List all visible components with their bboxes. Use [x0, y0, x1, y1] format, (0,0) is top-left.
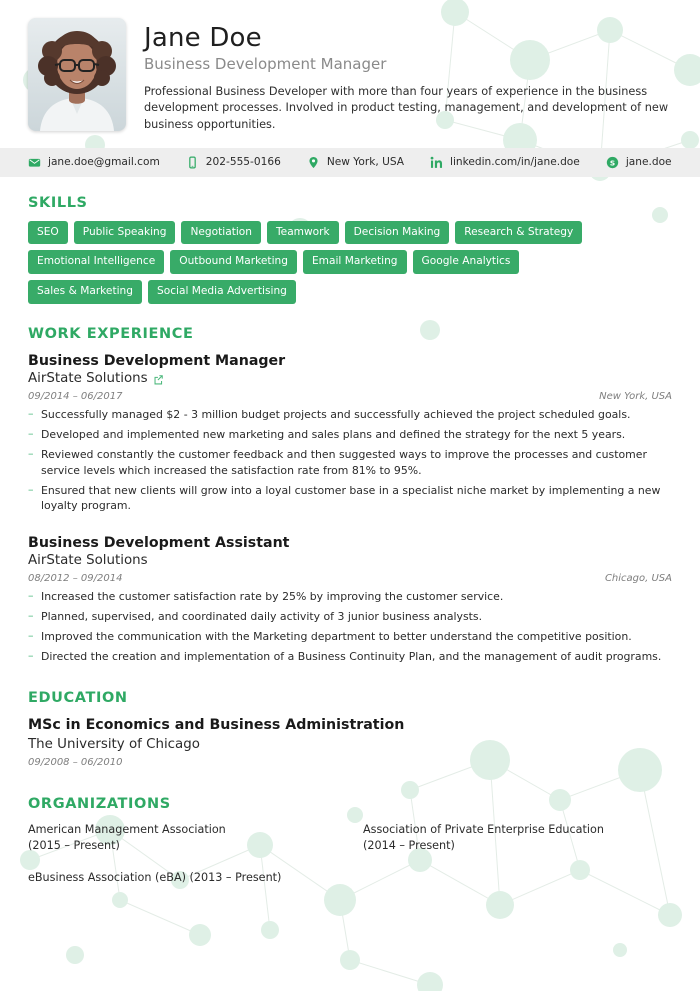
- experience-bullet: Successfully managed $2 - 3 million budg…: [28, 406, 672, 422]
- education-school: The University of Chicago: [28, 736, 200, 752]
- experience-role: Business Development Manager: [28, 352, 286, 369]
- experience-company: AirState Solutions: [28, 371, 148, 386]
- skill-tag[interactable]: Email Marketing: [302, 250, 407, 274]
- contact-item-linkedin[interactable]: linkedin.com/in/jane.doe: [430, 156, 580, 169]
- experience-meta: 08/2012 – 09/2014 Chicago, USA: [28, 573, 672, 584]
- skill-tag[interactable]: Negotiation: [181, 220, 261, 245]
- experience-item: Business Development Assistant AirState …: [28, 534, 672, 665]
- experience-bullet: Planned, supervised, and coordinated dai…: [28, 608, 672, 624]
- section-title-work-experience: WORK EXPERIENCE: [28, 325, 194, 342]
- contact-item-location: New York, USA: [307, 156, 404, 169]
- section-title-skills: SKILLS: [28, 194, 88, 211]
- experience-bullets: Increased the customer satisfaction rate…: [28, 588, 672, 664]
- external-link-icon[interactable]: [153, 374, 164, 385]
- contact-value-linkedin: linkedin.com/in/jane.doe: [450, 155, 580, 168]
- phone-icon: [186, 156, 199, 169]
- header-text-block: Jane Doe Business Development Manager Pr…: [144, 18, 676, 134]
- skill-tag[interactable]: SEO: [28, 220, 68, 245]
- skill-tag[interactable]: Emotional Intelligence: [28, 250, 165, 274]
- experience-bullet: Improved the communication with the Mark…: [28, 628, 672, 644]
- resume-header: Jane Doe Business Development Manager Pr…: [0, 0, 700, 148]
- experience-meta: 09/2014 – 06/2017 New York, USA: [28, 391, 672, 402]
- contact-item-skype[interactable]: S jane.doe: [606, 156, 672, 169]
- experience-bullet: Developed and implemented new marketing …: [28, 426, 672, 442]
- section-title-organizations: ORGANIZATIONS: [28, 795, 171, 812]
- resume-content: SKILLS SEO Public Speaking Negotiation T…: [0, 195, 700, 886]
- section-organizations: ORGANIZATIONS American Management Associ…: [28, 796, 672, 886]
- skill-tag[interactable]: Research & Strategy: [455, 220, 583, 245]
- education-item: MSc in Economics and Business Administra…: [28, 716, 672, 767]
- section-education: EDUCATION MSc in Economics and Business …: [28, 690, 672, 767]
- page-title: Jane Doe: [144, 23, 262, 53]
- contact-value-phone: 202-555-0166: [205, 155, 281, 168]
- experience-role: Business Development Assistant: [28, 534, 290, 551]
- svg-text:S: S: [610, 158, 615, 167]
- contact-value-location: New York, USA: [326, 155, 404, 168]
- email-icon: [28, 156, 41, 169]
- experience-location: Chicago, USA: [604, 573, 672, 585]
- skill-tag[interactable]: Google Analytics: [412, 250, 520, 274]
- organization-item: Association of Private Enterprise Educat…: [363, 822, 604, 852]
- skill-tag[interactable]: Outbound Marketing: [170, 250, 297, 274]
- section-skills: SKILLS SEO Public Speaking Negotiation T…: [28, 195, 672, 304]
- contact-item-email[interactable]: jane.doe@gmail.com: [28, 156, 160, 169]
- experience-dates: 09/2014 – 06/2017: [28, 391, 123, 403]
- profile-photo: [28, 18, 126, 131]
- linkedin-icon: [430, 156, 443, 169]
- contact-value-skype: jane.doe: [625, 155, 672, 168]
- location-pin-icon: [307, 156, 320, 169]
- contact-item-phone[interactable]: 202-555-0166: [186, 156, 281, 169]
- experience-company-row: AirState Solutions: [28, 552, 672, 570]
- skill-tag[interactable]: Decision Making: [344, 220, 450, 245]
- organization-item: eBusiness Association (eBA) (2013 – Pres…: [28, 870, 282, 884]
- skills-list: SEO Public Speaking Negotiation Teamwork…: [28, 220, 628, 304]
- experience-bullet: Ensured that new clients will grow into …: [28, 482, 672, 514]
- experience-item: Business Development Manager AirState So…: [28, 352, 672, 514]
- experience-company-row: AirState Solutions: [28, 370, 672, 388]
- experience-bullet: Reviewed constantly the customer feedbac…: [28, 446, 672, 478]
- experience-location: New York, USA: [599, 391, 672, 403]
- skill-tag[interactable]: Teamwork: [267, 220, 339, 245]
- contact-bar: jane.doe@gmail.com 202-555-0166 New York…: [0, 147, 700, 177]
- experience-dates: 08/2012 – 09/2014: [28, 573, 123, 585]
- skill-tag[interactable]: Social Media Advertising: [148, 279, 296, 304]
- header-job-title: Business Development Manager: [144, 55, 387, 74]
- education-dates: 09/2008 – 06/2010: [28, 756, 123, 768]
- resume-page: Jane Doe Business Development Manager Pr…: [0, 0, 700, 991]
- experience-company: AirState Solutions: [28, 552, 148, 568]
- section-title-education: EDUCATION: [28, 690, 128, 707]
- skype-icon: S: [606, 156, 619, 169]
- organization-item: American Management Association (2015 – P…: [28, 822, 226, 852]
- header-summary: Professional Business Developer with mor…: [144, 84, 669, 132]
- experience-bullet: Increased the customer satisfaction rate…: [28, 588, 672, 604]
- organizations-list: American Management Association (2015 – P…: [28, 822, 672, 886]
- section-work-experience: WORK EXPERIENCE Business Development Man…: [28, 326, 672, 665]
- skill-tag[interactable]: Public Speaking: [73, 220, 176, 245]
- education-degree: MSc in Economics and Business Administra…: [28, 717, 405, 734]
- contact-value-email: jane.doe@gmail.com: [48, 155, 160, 168]
- experience-bullets: Successfully managed $2 - 3 million budg…: [28, 406, 672, 514]
- skill-tag[interactable]: Sales & Marketing: [28, 279, 142, 304]
- experience-bullet: Directed the creation and implementation…: [28, 648, 672, 664]
